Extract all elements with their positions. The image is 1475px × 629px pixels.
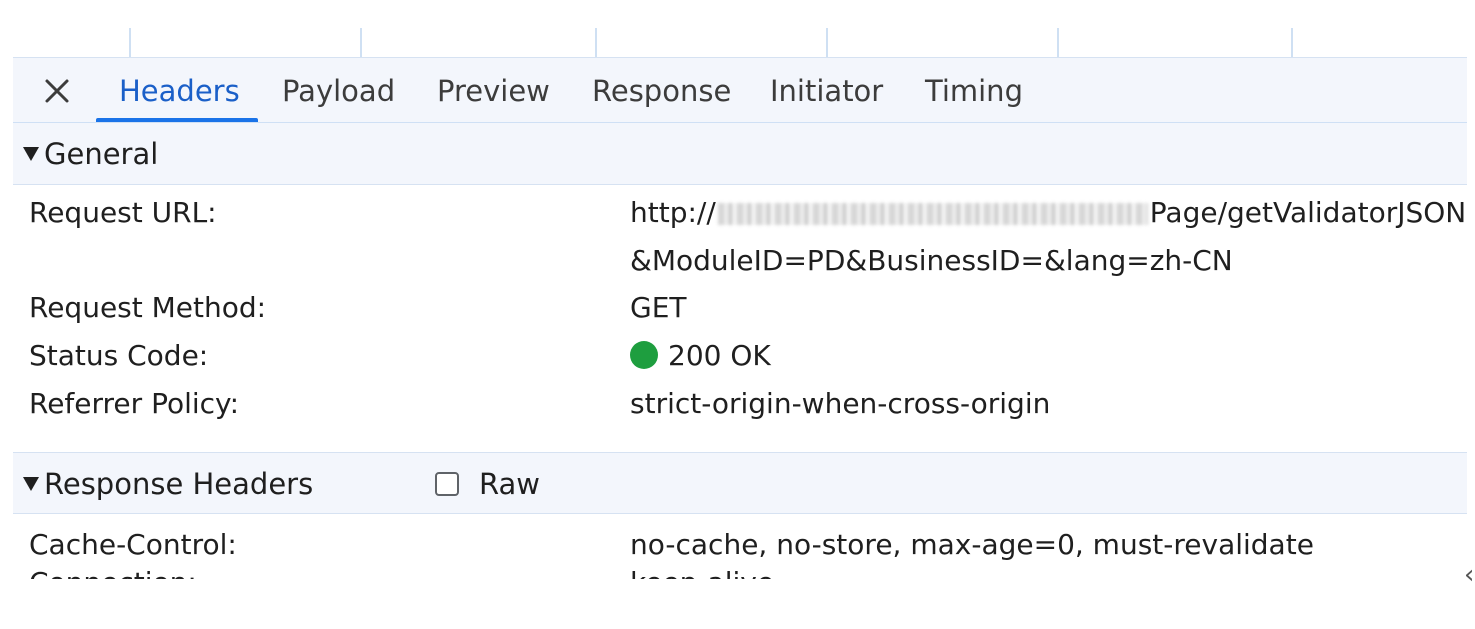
request-url-value[interactable]: http:// Page/getValidatorJSON (630, 195, 1466, 231)
active-tab-indicator (96, 118, 258, 122)
status-code-label: Status Code: (29, 339, 209, 372)
tab-preview[interactable]: Preview (437, 58, 550, 124)
raw-label: Raw (479, 467, 541, 501)
expand-triangle-icon (23, 477, 39, 491)
request-url-prefix: http:// (630, 196, 716, 229)
referrer-policy-value[interactable]: strict-origin-when-cross-origin (630, 386, 1050, 422)
general-section-header[interactable]: General (13, 123, 1467, 185)
tab-headers[interactable]: Headers (119, 58, 240, 124)
cache-control-value[interactable]: no-cache, no-store, max-age=0, must-reva… (630, 527, 1314, 563)
general-section-title: General (44, 137, 159, 171)
close-button[interactable] (41, 75, 73, 107)
status-ok-icon (630, 341, 658, 369)
details-tab-bar: Headers Payload Preview Response Initiat… (13, 57, 1467, 123)
request-url-label: Request URL: (29, 196, 217, 229)
request-url-line2[interactable]: &ModuleID=PD&BusinessID=&lang=zh-CN (630, 243, 1233, 279)
request-method-label: Request Method: (29, 291, 267, 324)
status-code-value[interactable]: 200 OK (630, 338, 771, 374)
grid-line (360, 28, 362, 58)
request-method-value[interactable]: GET (630, 290, 687, 326)
status-code-text: 200 OK (668, 339, 771, 372)
request-details-panel: Headers Payload Preview Response Initiat… (13, 57, 1467, 579)
waterfall-grid (0, 0, 1475, 58)
redacted-host (717, 203, 1148, 225)
raw-checkbox[interactable] (435, 472, 459, 496)
connection-value[interactable]: keep-alive (630, 565, 774, 579)
grid-line (595, 28, 597, 58)
raw-toggle[interactable]: Raw (435, 453, 540, 515)
response-headers-section-header[interactable]: Response Headers Raw (13, 452, 1467, 514)
grid-line (129, 28, 131, 58)
grid-line (1291, 28, 1293, 58)
scroll-left-icon[interactable]: ‹ (1464, 560, 1474, 590)
tab-response[interactable]: Response (592, 58, 731, 124)
connection-label: Connection: (29, 565, 197, 579)
tab-payload[interactable]: Payload (282, 58, 395, 124)
grid-line (826, 28, 828, 58)
tab-timing[interactable]: Timing (925, 58, 1023, 124)
request-url-suffix: Page/getValidatorJSON (1149, 196, 1467, 229)
expand-triangle-icon (23, 147, 39, 161)
close-icon (45, 79, 69, 103)
cache-control-label: Cache-Control: (29, 528, 237, 561)
referrer-policy-label: Referrer Policy: (29, 387, 239, 420)
response-headers-title: Response Headers (44, 467, 314, 501)
grid-line (1057, 28, 1059, 58)
tab-initiator[interactable]: Initiator (770, 58, 883, 124)
